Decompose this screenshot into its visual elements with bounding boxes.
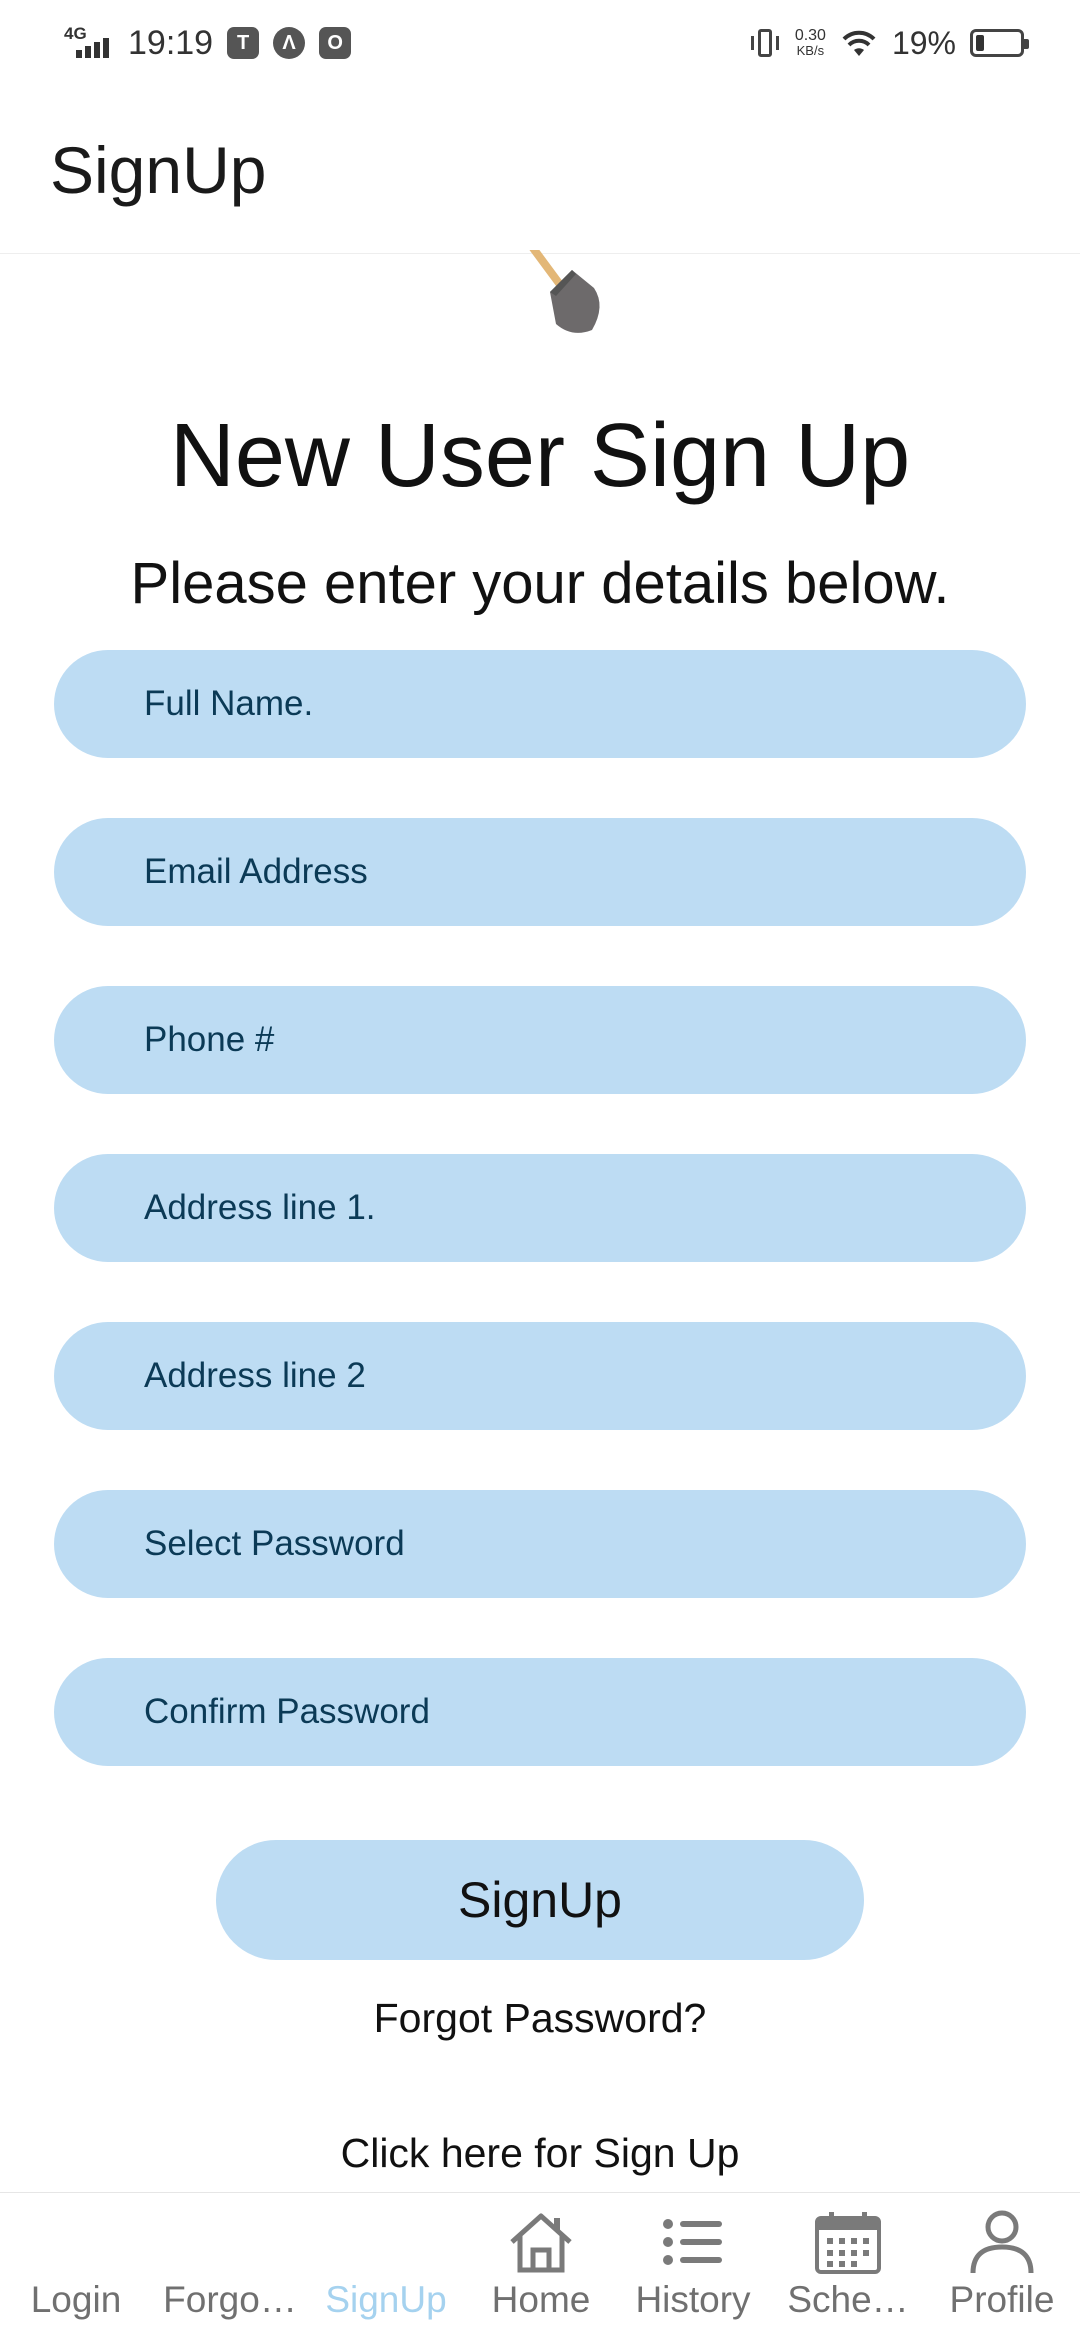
form-heading: New User Sign Up xyxy=(169,406,911,506)
tab-forgot-password[interactable]: Forgo… xyxy=(150,2193,310,2340)
network-speed-unit: KB/s xyxy=(796,43,825,58)
tab-schedule-label: Sche… xyxy=(787,2279,909,2320)
tab-history-label: History xyxy=(635,2279,751,2320)
cellular-signal-icon: 4G xyxy=(62,20,112,66)
full-name-field[interactable] xyxy=(54,650,1026,758)
vibrate-icon xyxy=(749,27,781,59)
status-time: 19:19 xyxy=(128,23,214,62)
status-bar-left: 4G 19:19 T Λ O xyxy=(62,20,352,66)
phone-field[interactable] xyxy=(54,986,1026,1094)
bottom-navigation: Login Forgo… SignUp Home History Sche… P… xyxy=(0,2192,1080,2340)
status-bar-right: 0.30 KB/s 19% xyxy=(749,20,1029,66)
confirm-password-input[interactable] xyxy=(144,1658,1026,1766)
email-input[interactable] xyxy=(144,818,1026,926)
network-speed: 0.30 KB/s xyxy=(794,27,826,59)
tab-signup-label: SignUp xyxy=(325,2279,447,2320)
wifi-icon xyxy=(840,28,878,58)
tab-history[interactable]: History xyxy=(628,2193,758,2340)
tab-profile-label: Profile xyxy=(949,2279,1055,2320)
tab-schedule[interactable]: Sche… xyxy=(780,2193,916,2340)
full-name-input[interactable] xyxy=(144,650,1026,758)
tab-forgot-password-label: Forgo… xyxy=(163,2279,297,2320)
network-speed-value: 0.30 xyxy=(794,27,826,44)
app-notification-icon: Λ xyxy=(273,27,306,59)
list-icon xyxy=(658,2209,728,2275)
signup-button[interactable]: SignUp xyxy=(216,1840,864,1960)
tab-login[interactable]: Login xyxy=(14,2193,138,2340)
tab-login-label: Login xyxy=(30,2279,122,2320)
password-input[interactable] xyxy=(144,1490,1026,1598)
battery-percent: 19% xyxy=(891,24,956,61)
address-line-2-field[interactable] xyxy=(54,1322,1026,1430)
person-icon xyxy=(967,2209,1037,2275)
address-line-1-field[interactable] xyxy=(54,1154,1026,1262)
password-field[interactable] xyxy=(54,1490,1026,1598)
tab-profile[interactable]: Profile xyxy=(940,2193,1064,2340)
app-header: SignUp xyxy=(0,86,1080,254)
tab-home-label: Home xyxy=(491,2279,591,2320)
address-line-2-input[interactable] xyxy=(144,1322,1026,1430)
tab-signup[interactable]: SignUp xyxy=(318,2193,454,2340)
phone-input[interactable] xyxy=(144,986,1026,1094)
forgot-password-link[interactable]: Forgot Password? xyxy=(0,1995,1080,2042)
shovel-icon xyxy=(520,240,620,340)
calendar-icon xyxy=(813,2209,883,2275)
email-field[interactable] xyxy=(54,818,1026,926)
confirm-password-field[interactable] xyxy=(54,1658,1026,1766)
teams-notification-icon: T xyxy=(227,27,260,59)
outlook-notification-icon: O xyxy=(319,27,352,59)
tab-home[interactable]: Home xyxy=(476,2193,606,2340)
address-line-1-input[interactable] xyxy=(144,1154,1026,1262)
signup-link[interactable]: Click here for Sign Up xyxy=(0,2130,1080,2177)
home-icon xyxy=(506,2209,576,2275)
battery-icon xyxy=(970,29,1029,57)
status-bar: 4G 19:19 T Λ O 0.30 KB/s 19% xyxy=(0,0,1080,86)
form-subheading: Please enter your details below. xyxy=(130,551,950,616)
battery-fill xyxy=(976,35,984,51)
page-title: SignUp xyxy=(50,133,267,207)
